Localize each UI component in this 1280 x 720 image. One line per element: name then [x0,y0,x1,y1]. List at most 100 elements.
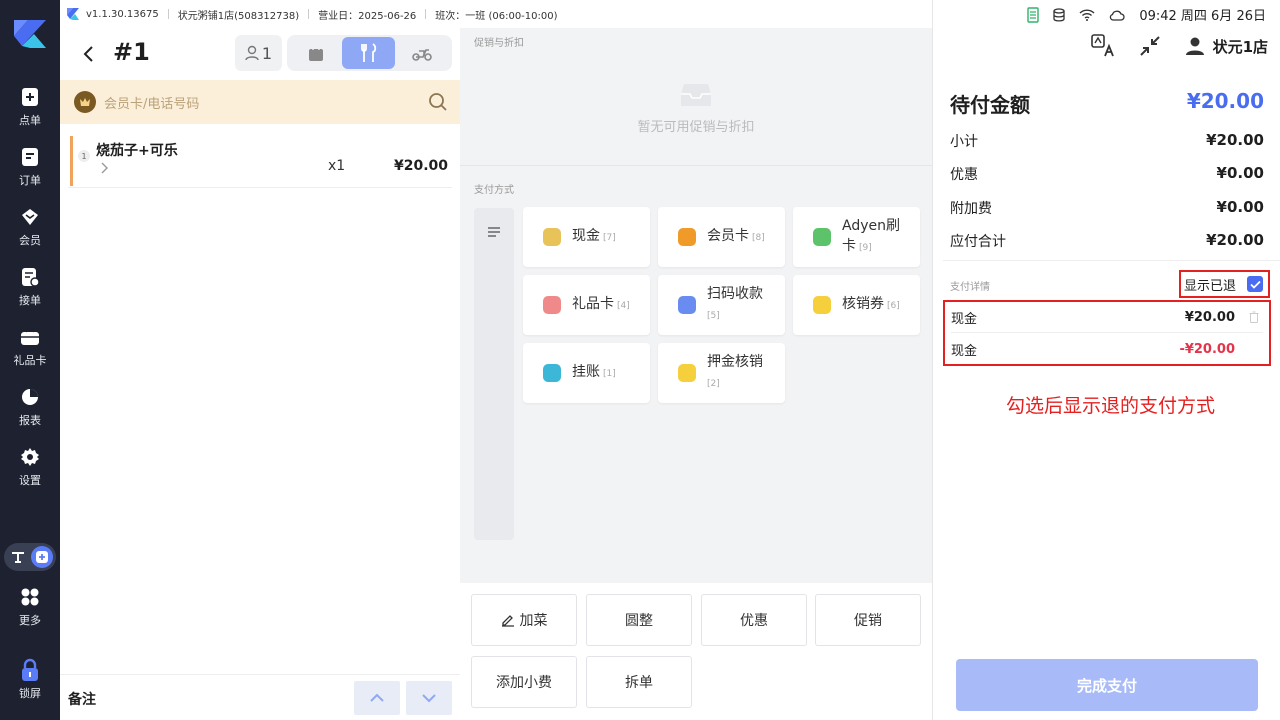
search-icon[interactable] [428,92,448,112]
back-button[interactable] [78,40,98,68]
show-refunded-checkbox[interactable] [1247,276,1263,292]
dining-mode-selector [287,35,452,71]
split-order-button[interactable]: 拆单 [586,656,692,708]
shortcut-number: [1] [603,369,616,379]
order-number: #1 [113,38,150,66]
row-label: 附加费 [950,201,992,217]
nav-label: 报表 [19,414,41,427]
nav-item-report[interactable]: 报表 [0,379,60,435]
nav-item-member[interactable]: 会员 [0,199,60,255]
collapse-icon[interactable] [1139,35,1161,57]
add-tip-button[interactable]: 添加小费 [471,656,577,708]
cash-icon [543,228,561,246]
payment-method: 现金 [951,343,978,359]
annotation-note: 勾选后显示退的支付方式 [1006,395,1216,417]
nav-item-accept[interactable]: 接单 [0,259,60,315]
shortcut-number: [4] [617,301,630,311]
promotion-label: 促销与折扣 [474,38,524,49]
discount-label: 优惠 [740,613,768,629]
member-icon [19,206,41,228]
clock-text: 09:42 周四 6月 26日 [1139,9,1266,24]
show-refunded-toggle[interactable]: 显示已退 [1179,270,1270,298]
member-search-bar[interactable]: 会员卡/电话号码 [60,80,460,124]
guest-count-button[interactable]: 1 [235,35,282,71]
gift-card-icon [543,296,561,314]
pay-adyen-button[interactable]: Adyen刷卡 [9] [793,207,920,267]
pay-method-label: 核销券 [842,296,884,312]
chevron-right-icon[interactable] [100,162,108,174]
round-button[interactable]: 圆整 [586,594,692,646]
nav-item-lock[interactable]: 锁屏 [0,652,60,708]
scroll-down-button[interactable] [406,681,452,715]
remark-label[interactable]: 备注 [68,689,96,709]
payment-method-section: 支付方式 现金 [7] 会员卡 [8] Adyen刷卡 [9] 礼品卡 [4] 扫码收款… [460,165,932,583]
business-day-text: 营业日：2025-06-26 [318,10,417,22]
shortcut-number: [6] [887,301,900,311]
pay-deposit-button[interactable]: 押金核销 [2] [658,343,785,403]
pay-method-label: Adyen刷 [842,218,900,234]
chevron-down-icon [422,694,436,703]
translate-icon[interactable] [1090,34,1115,58]
pay-method-label: 押金核销 [707,354,763,370]
mode-dine-in-button[interactable] [342,37,395,69]
shortcut-number: [5] [707,311,720,321]
subtotal-row: 小计 ¥20.00 [950,131,1264,151]
pay-gift-card-button[interactable]: 礼品卡 [4] [523,275,650,335]
add-dish-label: 加菜 [519,613,548,629]
shortcut-number: [9] [859,243,872,253]
nav-item-order[interactable]: 点单 [0,79,60,135]
member-search-input[interactable]: 会员卡/电话号码 [104,93,199,112]
remark-bar: 备注 [60,674,460,720]
discount-button[interactable]: 优惠 [701,594,807,646]
member-card-icon [678,228,696,246]
amount-due-value: ¥20.00 [1186,89,1264,113]
settings-icon [19,446,41,468]
pay-method-label: 挂账 [572,364,600,380]
gift-card-icon [19,326,41,348]
pay-cash-button[interactable]: 现金 [7] [523,207,650,267]
pay-voucher-button[interactable]: 核销券 [6] [793,275,920,335]
row-value: ¥0.00 [1216,198,1264,216]
pay-scan-button[interactable]: 扫码收款 [5] [658,275,785,335]
nav-item-gift-card[interactable]: 礼品卡 [0,319,60,375]
nav-label: 点单 [19,114,41,127]
app-logo-icon [67,8,79,20]
order-item-row[interactable]: 1 烧茄子+可乐 x1 ¥20.00 [68,132,452,188]
mode-delivery-button[interactable] [395,37,448,69]
mode-toggle[interactable] [4,543,56,571]
pay-method-label-line2: 卡 [842,238,856,254]
lock-icon [19,658,41,681]
complete-payment-button[interactable]: 完成支付 [956,659,1258,711]
nav-item-more[interactable]: 更多 [0,579,60,635]
nav-item-settings[interactable]: 设置 [0,439,60,495]
show-refunded-label: 显示已退 [1184,278,1237,294]
list-icon[interactable] [487,226,501,238]
top-info-bar: v1.1.30.13675 状元粥铺1店(508312738) 营业日：2025… [60,0,932,28]
payment-detail-list: 现金 ¥20.00 现金 -¥20.00 [943,300,1271,366]
add-order-icon [19,86,41,108]
cloud-icon [1110,10,1125,21]
check-icon [1249,280,1261,289]
pay-on-account-button[interactable]: 挂账 [1] [523,343,650,403]
add-tip-label: 添加小费 [496,675,552,691]
delete-icon[interactable] [1249,311,1259,323]
promotion-button-label: 促销 [854,613,882,629]
promotion-section: 促销与折扣 暂无可用促销与折扣 [460,28,932,165]
add-dish-button[interactable]: 加菜 [471,594,577,646]
accept-order-icon [19,266,41,288]
promotion-button[interactable]: 促销 [815,594,921,646]
discount-row: 优惠 ¥0.00 [950,164,1264,184]
chevron-up-icon [370,693,384,702]
pay-method-label: 会员卡 [707,228,749,244]
row-label: 应付合计 [950,234,1006,250]
database-icon [1053,7,1065,22]
selected-indicator [70,136,73,186]
nav-item-orders[interactable]: 订单 [0,139,60,195]
mode-takeout-button[interactable] [289,37,342,69]
pay-member-card-button[interactable]: 会员卡 [8] [658,207,785,267]
nav-label: 设置 [19,474,41,487]
order-header: #1 1 [60,28,460,80]
store-selector[interactable]: 状元1店 [1185,36,1268,57]
scroll-up-button[interactable] [354,681,400,715]
shortcut-number: [2] [707,379,720,389]
